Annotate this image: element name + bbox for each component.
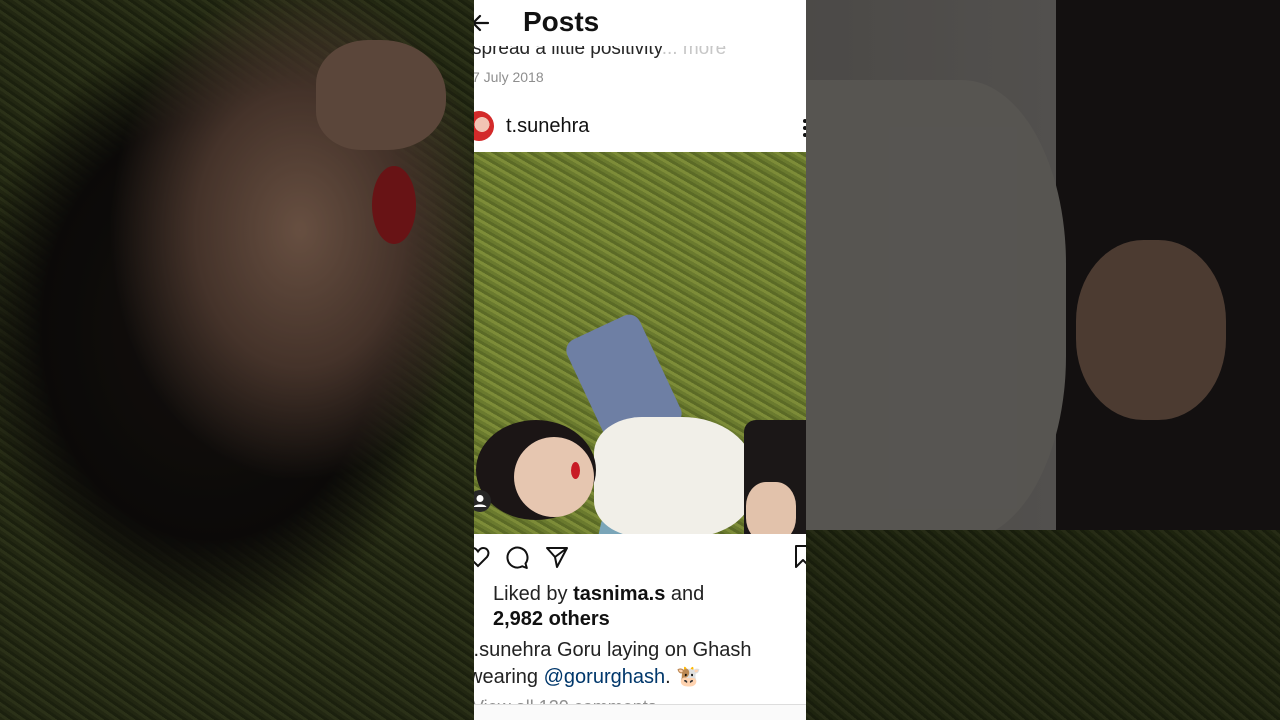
liker-username[interactable]: tasnima.s bbox=[573, 583, 665, 605]
photo-lips bbox=[571, 462, 580, 479]
likes-and: and bbox=[670, 583, 705, 605]
tagged-user-icon[interactable] bbox=[474, 489, 492, 513]
caption-text-2: wearing bbox=[474, 666, 539, 688]
post-caption: t.sunehra Goru laying on Ghash wearing @… bbox=[474, 637, 752, 691]
back-arrow-icon[interactable] bbox=[474, 12, 490, 34]
avatar[interactable] bbox=[474, 111, 494, 141]
post-header: t.sunehra bbox=[474, 108, 806, 148]
heart-icon[interactable] bbox=[474, 544, 490, 570]
photo-face bbox=[514, 437, 594, 517]
post-username[interactable]: t.sunehra bbox=[506, 115, 589, 138]
photo-arm bbox=[746, 482, 796, 534]
phone-screen: spread a little positivity... more 7 Jul… bbox=[474, 0, 806, 720]
page-title: Posts bbox=[523, 6, 600, 37]
background-shade bbox=[0, 0, 474, 720]
bookmark-icon[interactable] bbox=[794, 544, 806, 570]
likes-prefix: Liked by bbox=[493, 583, 568, 605]
more-options-icon[interactable] bbox=[802, 118, 806, 138]
share-icon[interactable] bbox=[545, 544, 569, 570]
likes-others[interactable]: 2,982 others bbox=[493, 608, 610, 630]
comment-icon[interactable] bbox=[505, 544, 529, 570]
background-shade-right bbox=[806, 0, 1280, 720]
likes-summary[interactable]: Liked by tasnima.s and 2,982 others bbox=[493, 582, 704, 632]
blurred-background-right bbox=[806, 0, 1280, 720]
post-actions bbox=[474, 544, 806, 572]
caption-mention[interactable]: @gorurghash bbox=[544, 666, 665, 688]
photo-shirt bbox=[594, 417, 754, 534]
caption-suffix: . 🐮 bbox=[665, 666, 702, 688]
post-photo[interactable] bbox=[474, 152, 806, 534]
blurred-background-left bbox=[0, 0, 474, 720]
caption-username[interactable]: t.sunehra bbox=[474, 639, 551, 661]
bottom-bar bbox=[474, 704, 806, 720]
previous-post-date: 7 July 2018 bbox=[474, 69, 544, 85]
top-bar: Posts bbox=[474, 0, 806, 46]
caption-text: Goru laying on Ghash bbox=[556, 639, 752, 661]
